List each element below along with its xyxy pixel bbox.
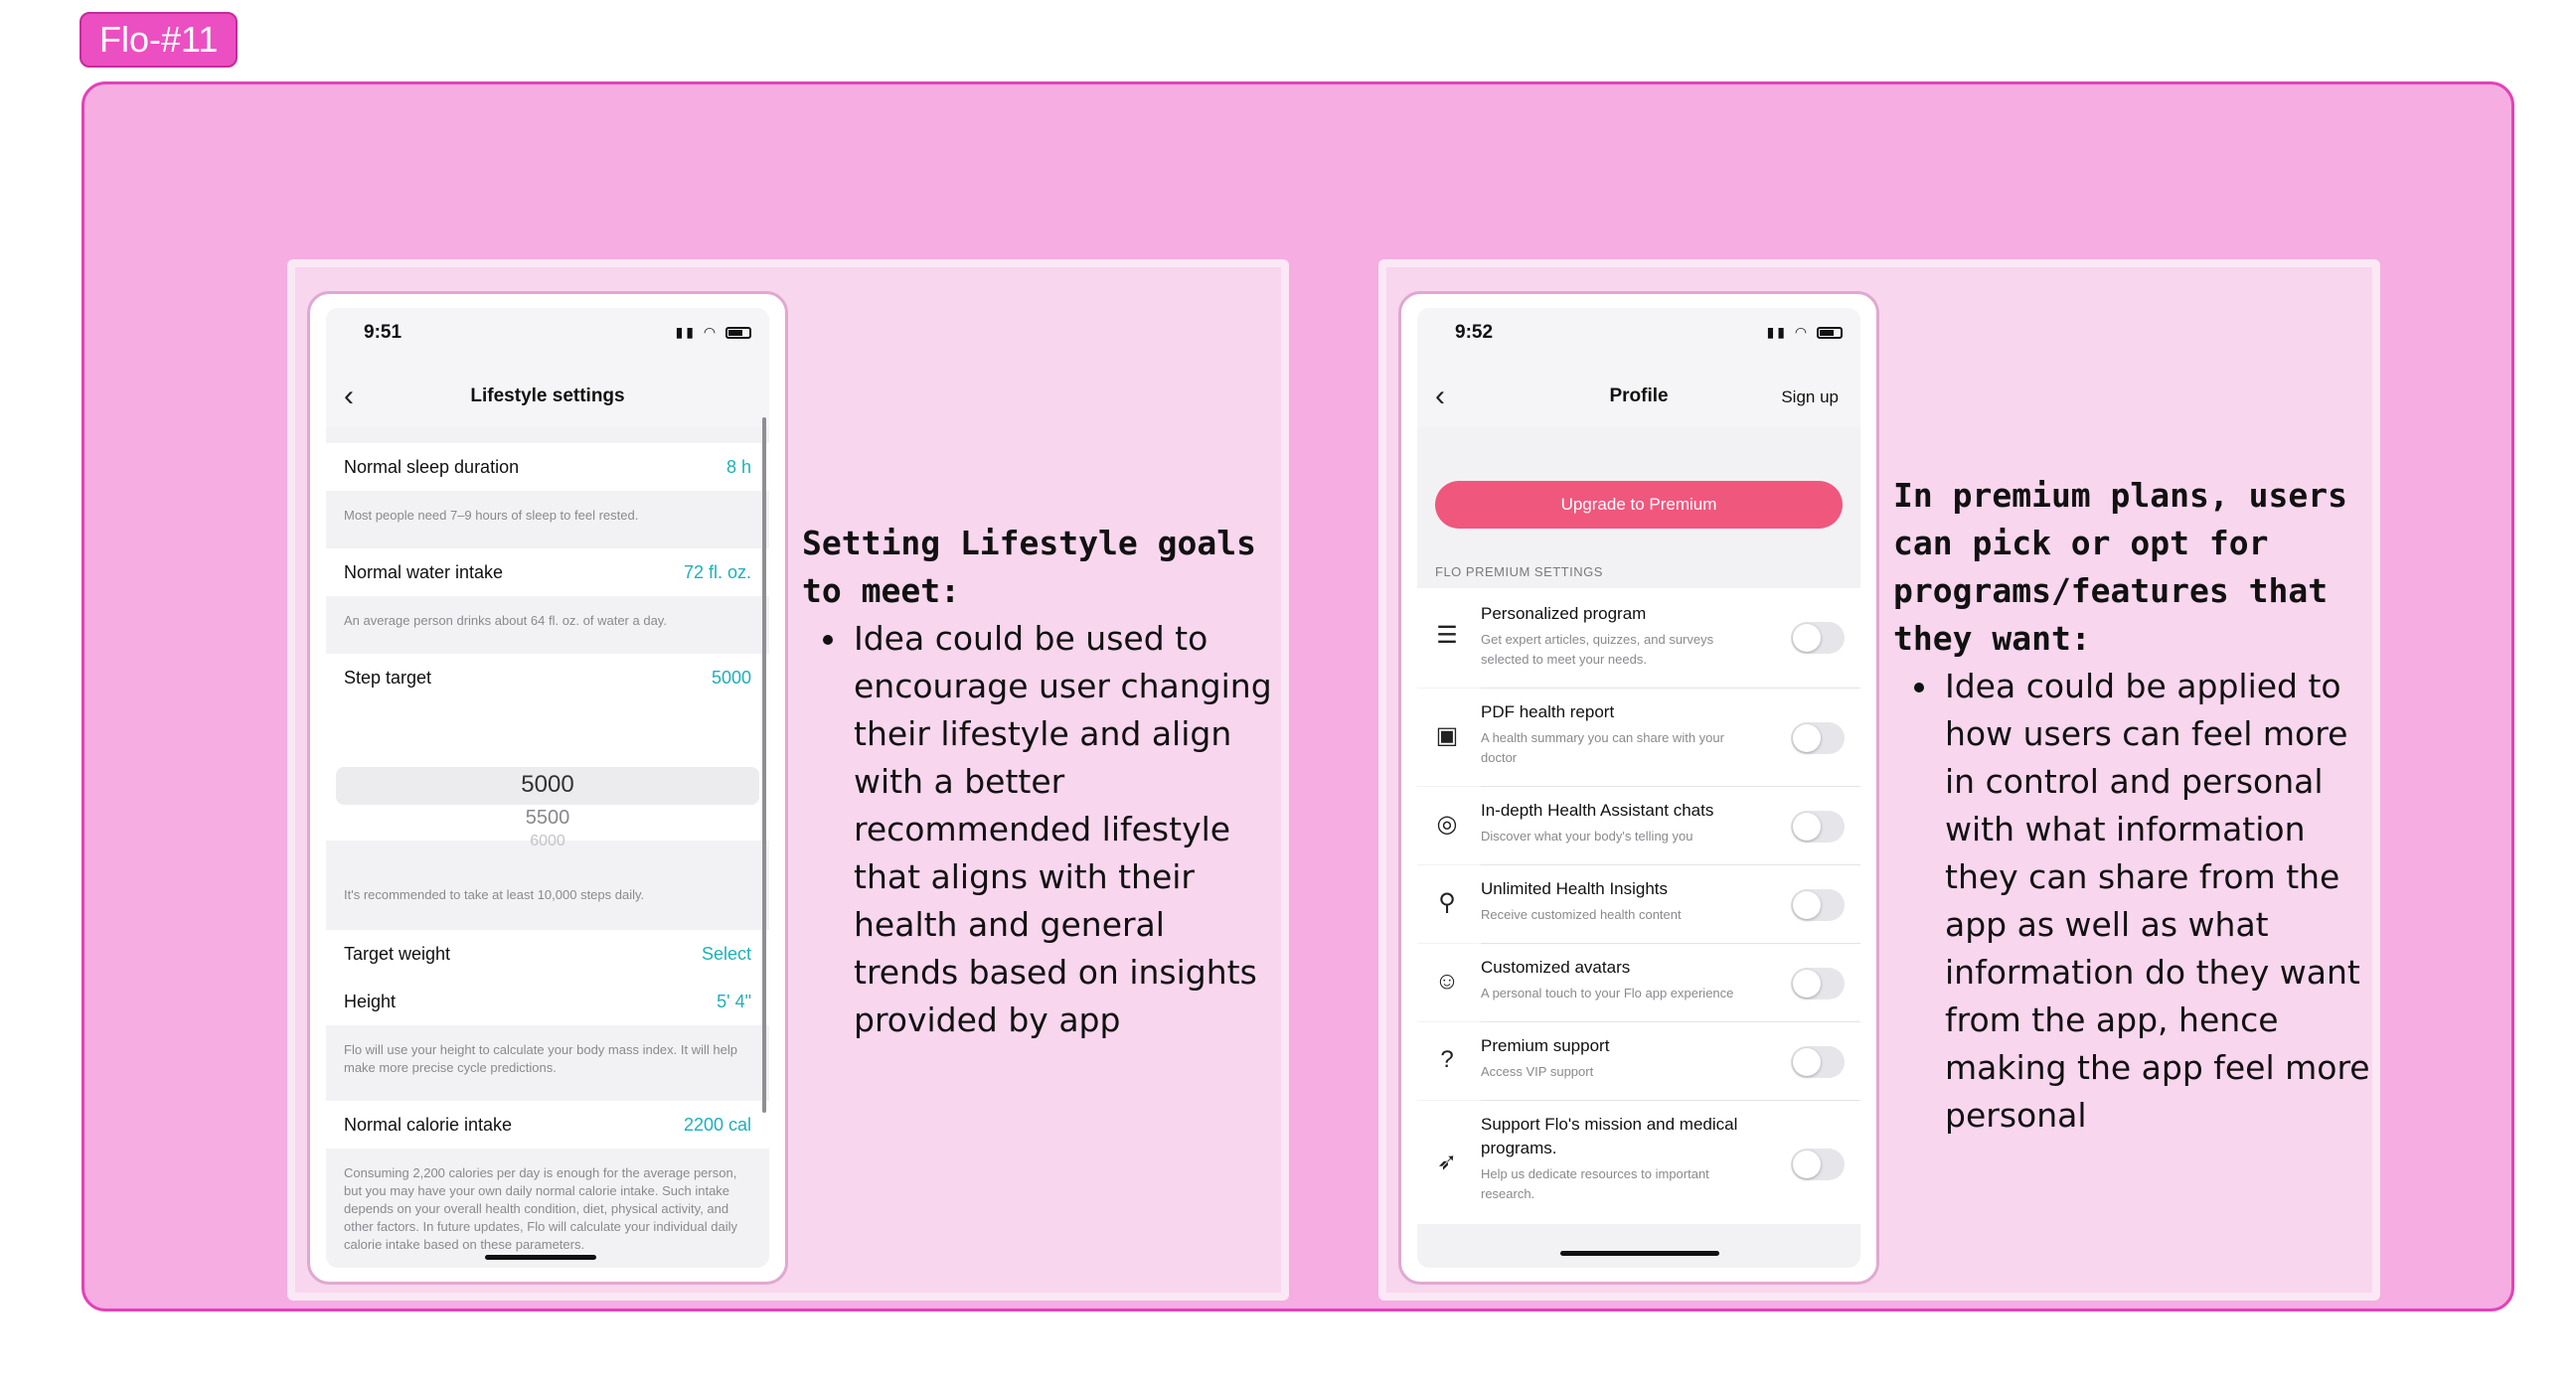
picker-option[interactable]: 6000 [326,833,769,846]
feature-title: Premium support [1481,1036,1610,1055]
sleep-note: Most people need 7–9 hours of sleep to f… [344,508,639,523]
card-premium: 9:52 ▮▮ ◠ ‹ Profile Sign up Upgrade to P… [1378,259,2380,1301]
picker-option[interactable]: 5000 [326,771,769,799]
frame-label: Flo-#11 [80,12,239,68]
feature-toggle[interactable] [1791,811,1845,843]
feature-title: Customized avatars [1481,958,1631,977]
list-icon: ☰ [1436,622,1458,649]
picker-option[interactable]: 5500 [326,807,769,830]
feature-row[interactable]: ➶ Support Flo's mission and medical prog… [1417,1101,1860,1224]
lifestyle-annotation: Setting Lifestyle goals to meet: Idea co… [802,520,1279,1044]
step-note: It's recommended to take at least 10,000… [344,887,645,902]
feature-subtitle: Discover what your body's telling you [1481,829,1693,844]
signal-icon: ▮▮ [1766,324,1788,340]
row-calorie[interactable]: Normal calorie intake 2200 cal [326,1101,769,1149]
status-time: 9:51 [364,322,402,343]
calorie-note: Consuming 2,200 calories per day is enou… [344,1165,737,1252]
feature-toggle[interactable] [1791,1149,1845,1180]
feature-row[interactable]: ☰ Personalized program Get expert articl… [1417,588,1860,688]
wifi-icon: ◠ [703,324,720,340]
feature-toggle[interactable] [1791,622,1845,654]
row-water[interactable]: Normal water intake 72 fl. oz. [326,548,769,596]
feature-title: PDF health report [1481,702,1615,721]
status-icons: ▮▮ ◠ [676,324,751,341]
feature-title: Support Flo's mission and medical progra… [1481,1115,1738,1157]
feature-subtitle: Access VIP support [1481,1064,1594,1079]
status-bar: 9:52 ▮▮ ◠ [1417,308,1860,366]
feature-title: In-depth Health Assistant chats [1481,801,1714,820]
row-sleep[interactable]: Normal sleep duration 8 h [326,443,769,491]
sign-up-link[interactable]: Sign up [1781,387,1839,407]
report-icon: ▣ [1435,722,1459,749]
feature-subtitle: Receive customized health content [1481,907,1682,922]
board: 9:51 ▮▮ ◠ ‹ Lifestyle settings Normal sl… [81,81,2514,1311]
row-value: 5000 [711,668,751,688]
phone-lifestyle-settings: 9:51 ▮▮ ◠ ‹ Lifestyle settings Normal sl… [307,291,788,1285]
feature-toggle[interactable] [1791,889,1845,921]
feature-row[interactable]: ◎ In-depth Health Assistant chats Discov… [1417,787,1860,864]
row-height[interactable]: Height 5' 4" [326,978,769,1025]
card-lifestyle: 9:51 ▮▮ ◠ ‹ Lifestyle settings Normal sl… [287,259,1289,1301]
feature-row[interactable]: ☺ Customized avatars A personal touch to… [1417,944,1860,1021]
annotation-heading: In premium plans, users can pick or opt … [1893,476,2347,658]
home-indicator [485,1255,596,1260]
section-title: FLO PREMIUM SETTINGS [1435,564,1603,579]
battery-icon [1817,327,1843,340]
feature-title: Unlimited Health Insights [1481,879,1669,898]
phone-profile: 9:52 ▮▮ ◠ ‹ Profile Sign up Upgrade to P… [1398,291,1879,1285]
row-label: Step target [344,668,432,688]
nav-bar: ‹ Profile Sign up [1417,366,1860,427]
feature-toggle[interactable] [1791,968,1845,999]
upgrade-premium-button[interactable]: Upgrade to Premium [1435,481,1843,529]
feature-subtitle: A health summary you can share with your… [1481,730,1724,765]
status-icons: ▮▮ ◠ [1767,324,1843,341]
feature-title: Personalized program [1481,604,1647,623]
height-note: Flo will use your height to calculate yo… [344,1042,737,1075]
annotation-heading: Setting Lifestyle goals to meet: [802,524,1256,610]
feature-subtitle: Get expert articles, quizzes, and survey… [1481,632,1714,667]
feature-row[interactable]: ▣ PDF health report A health summary you… [1417,689,1860,786]
row-label: Normal calorie intake [344,1115,513,1135]
rocket-icon: ➶ [1436,1149,1458,1175]
nav-bar: ‹ Lifestyle settings [326,366,769,427]
row-step[interactable]: Step target 5000 [326,654,769,701]
feature-row[interactable]: ⚲ Unlimited Health Insights Receive cust… [1417,865,1860,943]
water-note: An average person drinks about 64 fl. oz… [344,613,667,628]
battery-icon [725,327,751,340]
row-label: Normal water intake [344,562,504,582]
row-value: 72 fl. oz. [683,562,751,582]
screen: 9:51 ▮▮ ◠ ‹ Lifestyle settings Normal sl… [326,308,769,1268]
help-icon: ? [1440,1046,1454,1073]
row-value: 8 h [725,457,751,477]
status-time: 9:52 [1455,322,1494,343]
feature-subtitle: A personal touch to your Flo app experie… [1481,986,1734,1000]
screen: 9:52 ▮▮ ◠ ‹ Profile Sign up Upgrade to P… [1417,308,1860,1268]
row-value: 5' 4" [717,992,751,1011]
status-bar: 9:51 ▮▮ ◠ [326,308,769,366]
annotation-bullet: Idea could be used to encourage user cha… [850,615,1279,1044]
annotation-bullet: Idea could be applied to how users can f… [1941,663,2370,1140]
feature-row[interactable]: ? Premium support Access VIP support [1417,1022,1860,1100]
row-label: Height [344,992,397,1011]
feature-toggle[interactable] [1791,1046,1845,1078]
home-indicator [1560,1251,1719,1256]
premium-annotation: In premium plans, users can pick or opt … [1893,472,2370,1140]
annotation-list: Idea could be applied to how users can f… [1941,663,2370,1140]
annotation-list: Idea could be used to encourage user cha… [850,615,1279,1044]
row-label: Normal sleep duration [344,457,520,477]
lightbulb-icon: ⚲ [1438,889,1456,916]
step-picker[interactable]: 5000 5500 6000 [326,701,769,846]
row-value: Select [701,944,751,964]
row-label: Target weight [344,944,451,964]
avatar-icon: ☺ [1434,968,1460,995]
row-value: 2200 cal [683,1115,751,1135]
wifi-icon: ◠ [1794,324,1811,340]
page-title: Lifestyle settings [470,385,625,406]
feature-subtitle: Help us dedicate resources to important … [1481,1166,1709,1201]
chat-icon: ◎ [1436,811,1458,838]
feature-toggle[interactable] [1791,722,1845,754]
signal-icon: ▮▮ [675,324,697,340]
row-weight[interactable]: Target weight Select [326,930,769,978]
scrollbar[interactable] [762,417,766,1113]
